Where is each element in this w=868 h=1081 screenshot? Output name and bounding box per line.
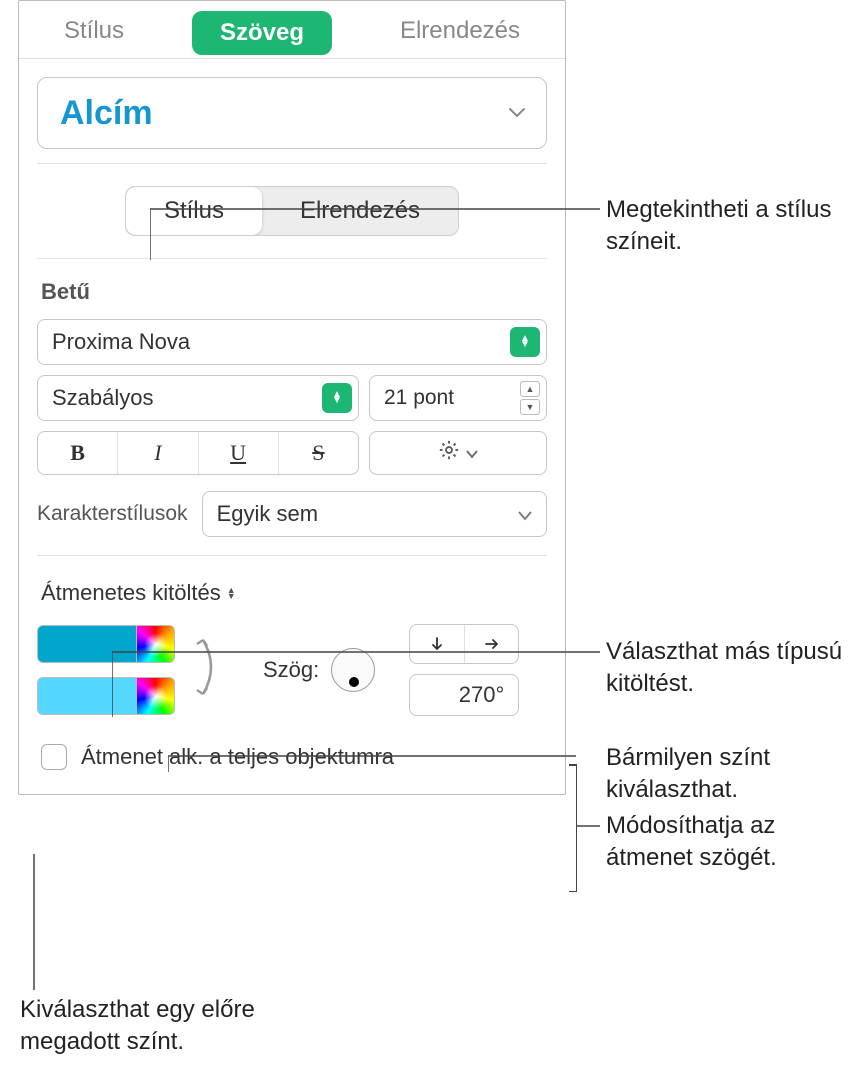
paragraph-style-popup[interactable]: Alcím bbox=[37, 77, 547, 149]
chevron-down-icon bbox=[518, 501, 532, 527]
gear-icon bbox=[438, 439, 460, 467]
underline-button[interactable]: U bbox=[199, 432, 279, 474]
popup-caret-icon: ▲▼ bbox=[510, 327, 540, 357]
callout-leader bbox=[576, 822, 600, 830]
font-size-value: 21 pont bbox=[384, 386, 454, 410]
bold-button[interactable]: B bbox=[38, 432, 118, 474]
font-weight-value: Szabályos bbox=[52, 385, 154, 411]
font-size-field[interactable]: 21 pont ▲ ▼ bbox=[369, 375, 547, 421]
tab-style[interactable]: Stílus bbox=[42, 11, 146, 55]
stepper-down[interactable]: ▼ bbox=[520, 399, 540, 415]
callout-change-angle: Módosíthatja az átmenet szögét. bbox=[606, 810, 856, 873]
font-family-popup[interactable]: Proxima Nova ▲▼ bbox=[37, 319, 547, 365]
callout-leader bbox=[168, 732, 600, 776]
chevron-down-icon bbox=[508, 107, 526, 119]
top-tabs: Stílus Szöveg Elrendezés bbox=[19, 1, 565, 59]
fill-type-popup[interactable]: Átmenetes kitöltés ▲▼ bbox=[41, 580, 236, 606]
font-section: Betű Proxima Nova ▲▼ Szabályos ▲▼ 21 pon… bbox=[19, 259, 565, 555]
callout-view-colors: Megtekintheti a stílus színeit. bbox=[606, 194, 856, 257]
strike-button[interactable]: S bbox=[279, 432, 358, 474]
char-styles-value: Egyik sem bbox=[217, 501, 318, 527]
advanced-options-button[interactable] bbox=[369, 431, 547, 475]
stepper-up[interactable]: ▲ bbox=[520, 381, 540, 397]
paragraph-style-label: Alcím bbox=[60, 94, 153, 133]
callout-preset-color: Kiválaszthat egy előre megadott színt. bbox=[20, 994, 340, 1057]
double-caret-icon: ▲▼ bbox=[227, 587, 236, 599]
fill-type-value: Átmenetes kitöltés bbox=[41, 580, 221, 606]
callout-leader bbox=[150, 206, 600, 266]
font-family-value: Proxima Nova bbox=[52, 329, 190, 355]
tab-text[interactable]: Szöveg bbox=[192, 11, 332, 55]
tab-layout[interactable]: Elrendezés bbox=[378, 11, 542, 55]
chevron-down-icon bbox=[466, 441, 478, 465]
callout-other-fill: Választhat más típusú kitöltést. bbox=[606, 636, 856, 699]
char-styles-popup[interactable]: Egyik sem bbox=[202, 491, 547, 537]
font-section-title: Betű bbox=[41, 279, 547, 305]
font-weight-popup[interactable]: Szabályos ▲▼ bbox=[37, 375, 359, 421]
italic-button[interactable]: I bbox=[118, 432, 198, 474]
callout-leader bbox=[112, 649, 600, 721]
char-styles-label: Karakterstílusok bbox=[37, 502, 188, 526]
callout-leader bbox=[28, 854, 40, 990]
apply-whole-checkbox[interactable] bbox=[41, 744, 67, 770]
popup-caret-icon: ▲▼ bbox=[322, 383, 352, 413]
callout-any-color: Bármilyen színt kiválaszthat. bbox=[606, 742, 856, 805]
text-style-group: B I U S bbox=[37, 431, 359, 475]
font-size-stepper: ▲ ▼ bbox=[520, 381, 540, 415]
